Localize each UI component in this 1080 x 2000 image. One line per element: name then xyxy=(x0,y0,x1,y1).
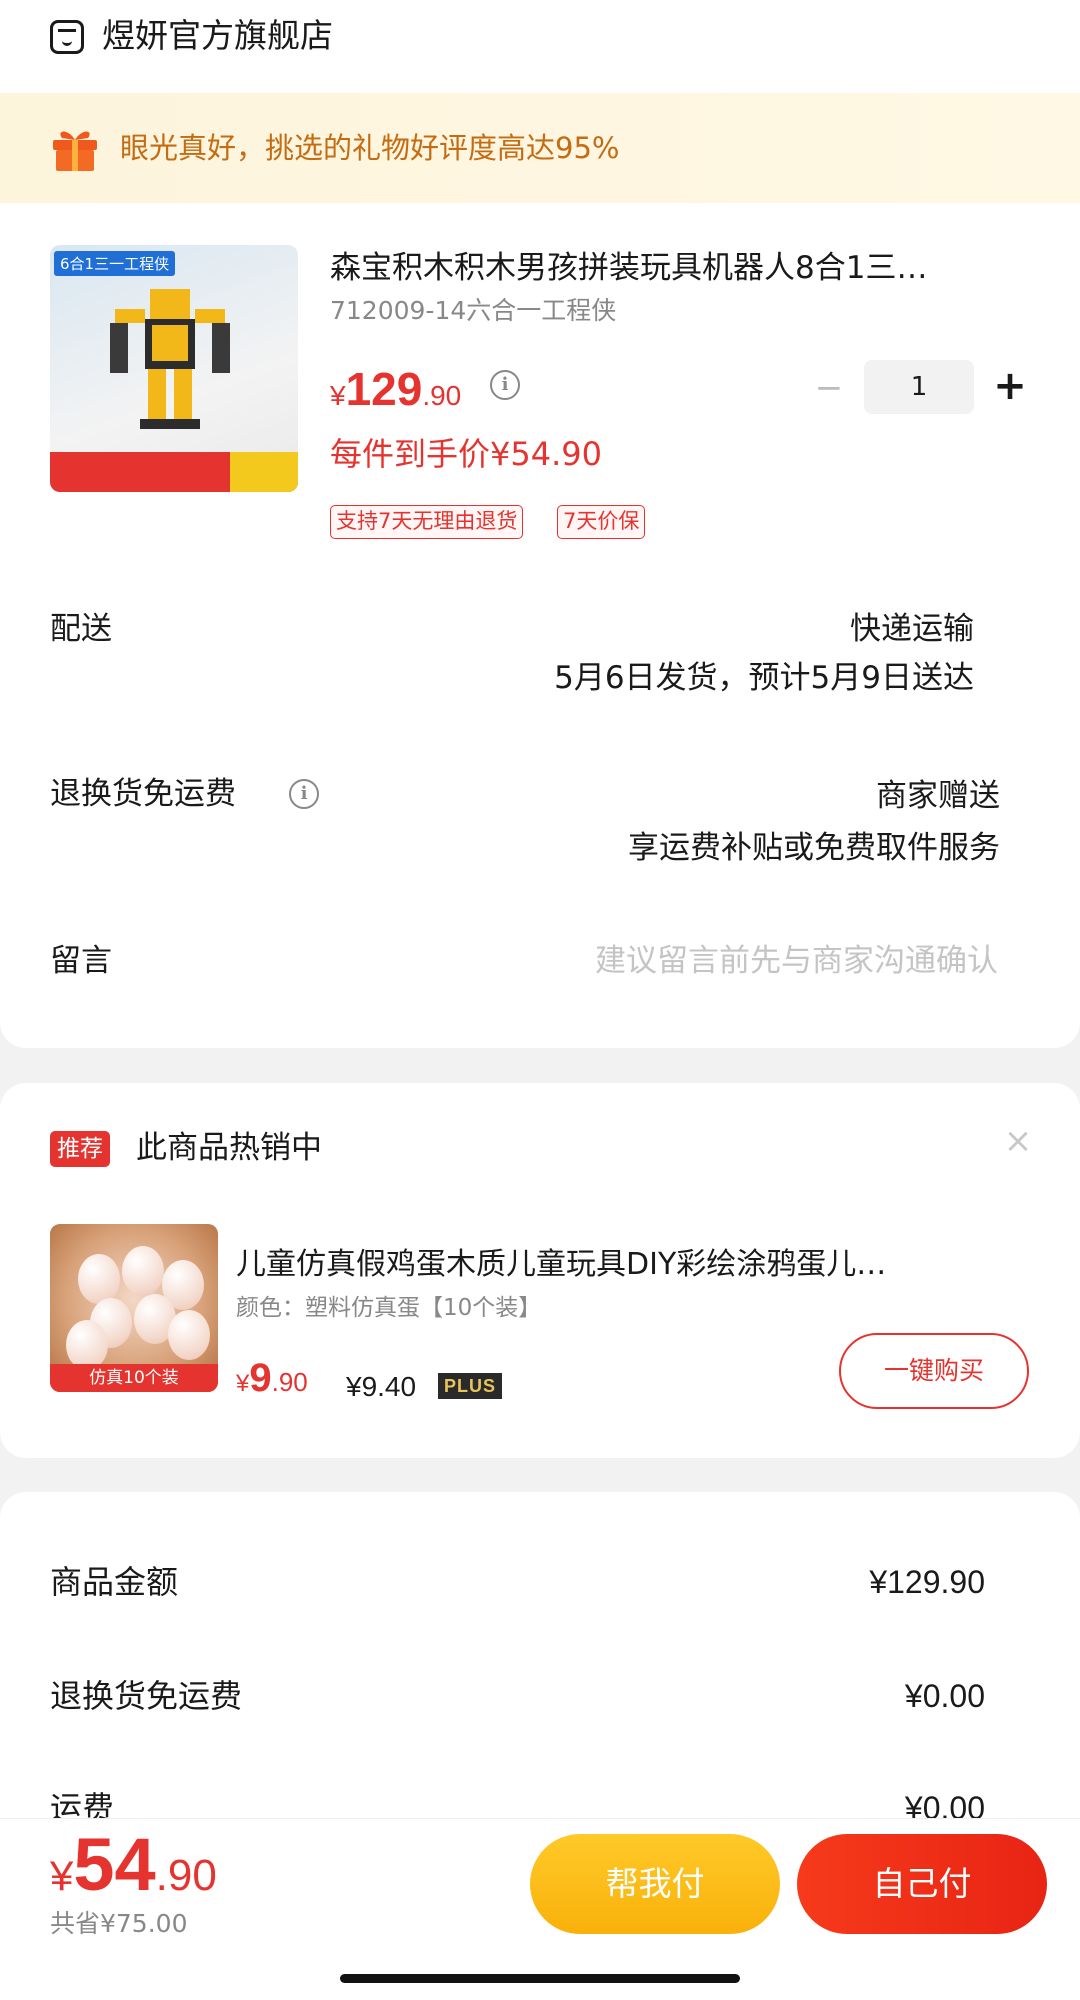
plus-badge: PLUS xyxy=(438,1373,503,1399)
recommend-plus-price: ¥9.40 xyxy=(346,1371,417,1402)
price-info-icon[interactable]: i xyxy=(490,370,520,400)
quantity-plus-button[interactable]: + xyxy=(990,364,1030,408)
recommend-tag: 推荐 xyxy=(50,1131,110,1167)
recommend-title: 此商品热销中 xyxy=(136,1130,322,1166)
message-label: 留言 xyxy=(50,943,112,979)
quantity-field[interactable]: 1 xyxy=(864,360,974,414)
product-title[interactable]: 森宝积木积木男孩拼装玩具机器人8合1三… xyxy=(330,246,1030,290)
pay-for-me-button[interactable]: 帮我付 xyxy=(530,1834,780,1934)
return-info-icon[interactable]: i xyxy=(289,779,319,809)
home-indicator[interactable] xyxy=(340,1974,740,1983)
product-spec[interactable]: 712009-14六合一工程侠 xyxy=(330,294,616,328)
recommend-image[interactable]: 仿真10个装 xyxy=(50,1224,218,1392)
product-image[interactable]: 6合1三一工程侠 xyxy=(50,245,298,492)
return-shipping-label: 退换货免运费 xyxy=(50,776,236,812)
one-click-buy-button[interactable]: 一键购买 xyxy=(839,1333,1029,1409)
close-icon[interactable]: × xyxy=(1003,1124,1033,1158)
return-policy-badge: 支持7天无理由退货 xyxy=(330,505,524,539)
product-image-tag: 6合1三一工程侠 xyxy=(54,251,176,276)
product-price: ¥129.90 xyxy=(330,363,462,415)
summary-row-label: 商品金额 xyxy=(50,1563,179,1601)
robot-illustration xyxy=(110,289,230,429)
pay-myself-button[interactable]: 自己付 xyxy=(797,1834,1047,1934)
delivery-label: 配送 xyxy=(50,611,112,647)
summary-row-value: ¥0.00 xyxy=(904,1678,985,1714)
store-icon[interactable] xyxy=(50,20,84,54)
recommend-image-label: 仿真10个装 xyxy=(50,1364,218,1392)
total-price: ¥54.90 xyxy=(50,1823,217,1906)
return-shipping-value: 商家赠送 xyxy=(876,778,1000,814)
quantity-minus-button[interactable]: − xyxy=(812,368,846,408)
gift-icon xyxy=(53,131,97,171)
recommend-spec: 颜色：塑料仿真蛋【10个装】 xyxy=(236,1295,542,1321)
saved-amount: 共省¥75.00 xyxy=(50,1909,188,1938)
delivery-date[interactable]: 5月6日发货，预计5月9日送达 xyxy=(554,656,974,700)
delivery-method[interactable]: 快递运输 xyxy=(850,607,974,651)
return-shipping-detail: 享运费补贴或免费取件服务 xyxy=(628,830,1000,866)
banner-text: 眼光真好，挑选的礼物好评度高达95% xyxy=(120,131,620,165)
summary-row-value: ¥129.90 xyxy=(869,1564,985,1600)
message-input[interactable] xyxy=(438,937,998,985)
summary-row-label: 退换货免运费 xyxy=(50,1677,243,1715)
price-protect-badge: 7天价保 xyxy=(557,505,646,539)
recommend-price: ¥9.90 xyxy=(236,1356,308,1400)
recommend-name[interactable]: 儿童仿真假鸡蛋木质儿童玩具DIY彩绘涂鸦蛋儿… xyxy=(236,1244,1016,1286)
unit-price: 每件到手价¥54.90 xyxy=(330,435,602,473)
store-name[interactable]: 煜妍官方旗舰店 xyxy=(102,14,333,58)
